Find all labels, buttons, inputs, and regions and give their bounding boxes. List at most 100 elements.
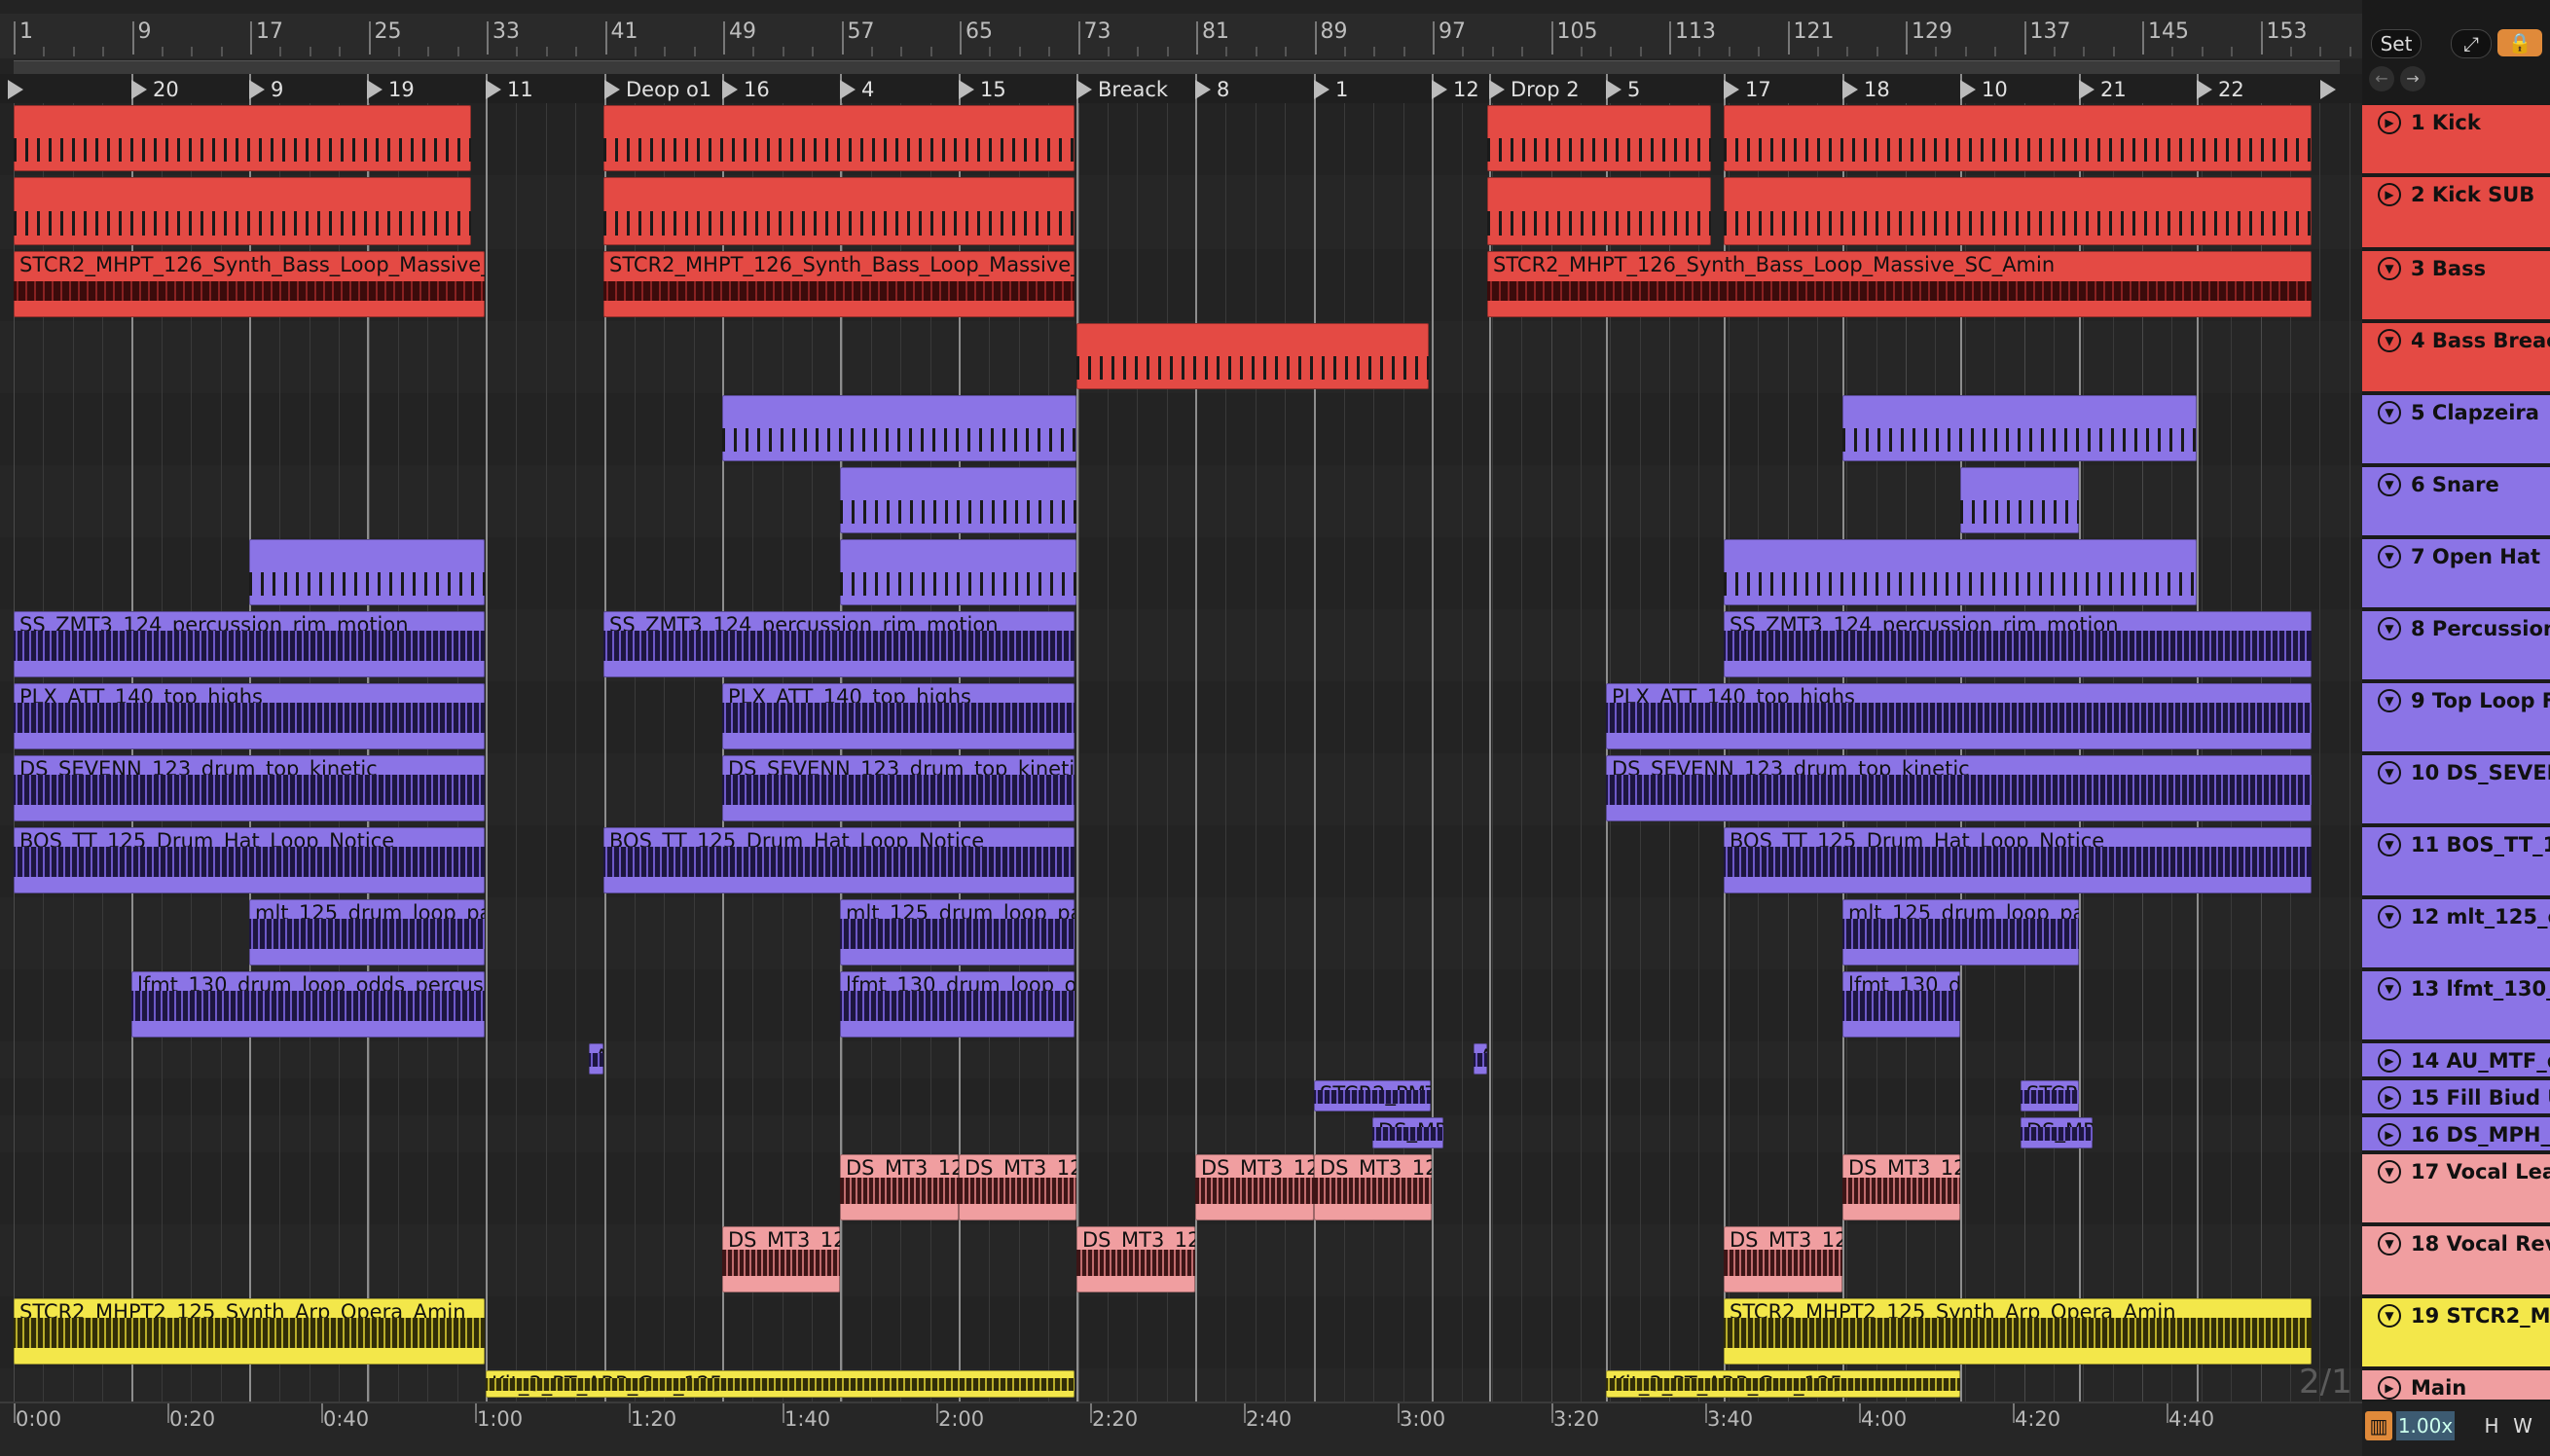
track-header[interactable]: 11 BOS_TT_1 ▼	[2362, 825, 2550, 897]
forward-arrow-icon[interactable]: →	[2400, 66, 2425, 91]
clip[interactable]: SS_ZMT3_124_percussion_rim_motion	[14, 611, 485, 677]
track-header[interactable]: 4 Bass Breack▼	[2362, 321, 2550, 393]
clip[interactable]	[1960, 467, 2079, 533]
track-fold-icon[interactable]: ▼	[2378, 617, 2401, 640]
clip[interactable]	[1487, 105, 1711, 171]
clip[interactable]: STCR2_MHPT_126_Synth_Bass_Loop_Massive_S…	[603, 251, 1075, 317]
clip[interactable]: DS_MP	[2021, 1117, 2093, 1148]
arrangement-view[interactable]: 2/1 1 9 17 25 33 41 49 57 65 73 81 89 97 105 113 121 129…	[0, 0, 2362, 1456]
clip[interactable]: STCR2_MHPT2_125_Synth_Arp_Opera_Amin	[1724, 1298, 2312, 1365]
clip[interactable]: mlt_125_drum_loop_pause	[840, 899, 1075, 965]
track-header[interactable]: Main ▶	[2362, 1368, 2550, 1401]
clip[interactable]: Kit_3_PT_ARP_Gm_125	[1606, 1370, 1960, 1398]
clip[interactable]: lfmt_130_drum_loop_odds_percussion	[840, 971, 1075, 1037]
clip[interactable]	[603, 177, 1075, 245]
clip[interactable]	[1842, 395, 2197, 461]
clip[interactable]: DS_MT3_125	[1195, 1154, 1314, 1220]
locator-marker[interactable]: 4	[840, 77, 874, 102]
clip[interactable]: PLX_ATT_140_top_highs	[722, 683, 1075, 749]
track-fold-icon[interactable]: ▼	[2378, 977, 2401, 1001]
beat-ruler[interactable]	[0, 14, 2362, 58]
clip[interactable]: mlt_125_drum_loop_pause	[1842, 899, 2079, 965]
clip[interactable]: DS_MT3_125	[1724, 1226, 1842, 1292]
locator-marker[interactable]: 10	[1960, 77, 2008, 102]
track-fold-icon[interactable]: ▼	[2378, 761, 2401, 784]
clip[interactable]: DS_MT3_125	[1842, 1154, 1960, 1220]
clip[interactable]: Kit_3_PT_ARP_Gm_125	[486, 1370, 1075, 1398]
clip[interactable]: lfmt_130_drum_loop_odds_percussion	[1842, 971, 1960, 1037]
track-fold-icon[interactable]: ▼	[2378, 905, 2401, 928]
track-fold-icon[interactable]: ▼	[2378, 689, 2401, 712]
track-fold-icon[interactable]: ▼	[2378, 473, 2401, 496]
clip[interactable]	[840, 467, 1076, 533]
locator-marker[interactable]: 12	[1432, 77, 1479, 102]
w-button[interactable]: W	[2509, 1411, 2536, 1440]
clip[interactable]: STCR2_MHPT_126_Synth_Bass_Loop_Massive_S…	[1487, 251, 2312, 317]
locator-marker[interactable]: 21	[2079, 77, 2127, 102]
locator-marker[interactable]: 20	[131, 77, 179, 102]
track-header[interactable]: 5 Clapzeira ▼	[2362, 393, 2550, 465]
clip[interactable]	[840, 539, 1076, 605]
track-fold-icon[interactable]: ▼	[2378, 257, 2401, 280]
track-header[interactable]: 8 Percussion ▼	[2362, 609, 2550, 681]
clip[interactable]: AU	[589, 1043, 603, 1074]
clip[interactable]	[1724, 539, 2197, 605]
track-header[interactable]: 19 STCR2_M ▼	[2362, 1296, 2550, 1368]
track-fold-icon[interactable]: ▼	[2378, 1160, 2401, 1183]
track-fold-icon[interactable]: ▶	[2378, 1086, 2401, 1110]
clip[interactable]: DS_MT3_125	[959, 1154, 1076, 1220]
track-header[interactable]: 18 Vocal Reve▼	[2362, 1224, 2550, 1296]
clip[interactable]: DS_SEVENN_123_drum_top_kinetic	[722, 755, 1075, 821]
track-fold-icon[interactable]: ▶	[2378, 1376, 2401, 1400]
locator-strip[interactable]	[0, 74, 2362, 103]
clip[interactable]: AU	[1474, 1043, 1487, 1074]
locator-marker[interactable]: 5	[1606, 77, 1640, 102]
clip[interactable]: STCR2_MHPT_126_Synth_Bass_Loop_Massive_S…	[14, 251, 485, 317]
track-header[interactable]: 1 Kick ▶	[2362, 103, 2550, 175]
locator-marker[interactable]: 11	[486, 77, 533, 102]
clip[interactable]	[249, 539, 485, 605]
clip[interactable]: DS_MT3_125	[722, 1226, 840, 1292]
waveform-icon[interactable]: ▥	[2365, 1411, 2392, 1440]
track-fold-icon[interactable]: ▶	[2378, 111, 2401, 134]
locator-marker[interactable]: 18	[1842, 77, 1890, 102]
track-fold-icon[interactable]: ▶	[2378, 1049, 2401, 1073]
locator-marker[interactable]: 22	[2197, 77, 2244, 102]
track-header[interactable]: 9 Top Loop Fl ▼	[2362, 681, 2550, 753]
track-header[interactable]: 13 lfmt_130_ ▼	[2362, 969, 2550, 1041]
h-button[interactable]: H	[2480, 1411, 2503, 1440]
clip[interactable]: STCR2_PMT	[1314, 1080, 1431, 1111]
zoom-level[interactable]: 1.00x	[2396, 1411, 2455, 1440]
clip[interactable]: BOS_TT_125_Drum_Hat_Loop_Notice	[1724, 827, 2312, 893]
clip[interactable]	[1076, 323, 1429, 389]
track-header[interactable]: 7 Open Hat ▼	[2362, 537, 2550, 609]
clip[interactable]	[14, 105, 471, 171]
track-fold-icon[interactable]: ▼	[2378, 1232, 2401, 1256]
clip[interactable]	[14, 177, 471, 245]
clip[interactable]	[722, 395, 1076, 461]
clip[interactable]	[1724, 105, 2312, 171]
clip[interactable]: BOS_TT_125_Drum_Hat_Loop_Notice	[14, 827, 485, 893]
track-fold-icon[interactable]: ▶	[2378, 183, 2401, 206]
locator-marker[interactable]: 9	[249, 77, 283, 102]
clip[interactable]: PLX_ATT_140_top_highs	[1606, 683, 2312, 749]
clip[interactable]	[603, 105, 1075, 171]
clip[interactable]: lfmt_130_drum_loop_odds_percussion	[131, 971, 485, 1037]
clip[interactable]: BOS_TT_125_Drum_Hat_Loop_Notice	[603, 827, 1075, 893]
track-header[interactable]: 6 Snare ▼	[2362, 465, 2550, 537]
clip[interactable]: STCR2	[2021, 1080, 2079, 1111]
track-fold-icon[interactable]: ▶	[2378, 1123, 2401, 1147]
loop-start-marker[interactable]	[8, 77, 29, 102]
clip[interactable]: DS_MT3_125	[1314, 1154, 1432, 1220]
clip[interactable]: DS_MT3_125	[1076, 1226, 1195, 1292]
track-header[interactable]: 15 Fill Biud U ▶	[2362, 1078, 2550, 1115]
track-header[interactable]: 3 Bass ▼	[2362, 249, 2550, 321]
clip[interactable]: PLX_ATT_140_top_highs	[14, 683, 485, 749]
lock-icon[interactable]: 🔒	[2497, 29, 2542, 56]
locator-marker[interactable]: 19	[367, 77, 415, 102]
set-button[interactable]: Set	[2371, 29, 2422, 58]
locator-marker[interactable]: 8	[1195, 77, 1229, 102]
locator-marker[interactable]: 1	[1314, 77, 1348, 102]
track-fold-icon[interactable]: ▼	[2378, 1304, 2401, 1328]
track-header[interactable]: 14 AU_MTF_d ▶	[2362, 1041, 2550, 1078]
